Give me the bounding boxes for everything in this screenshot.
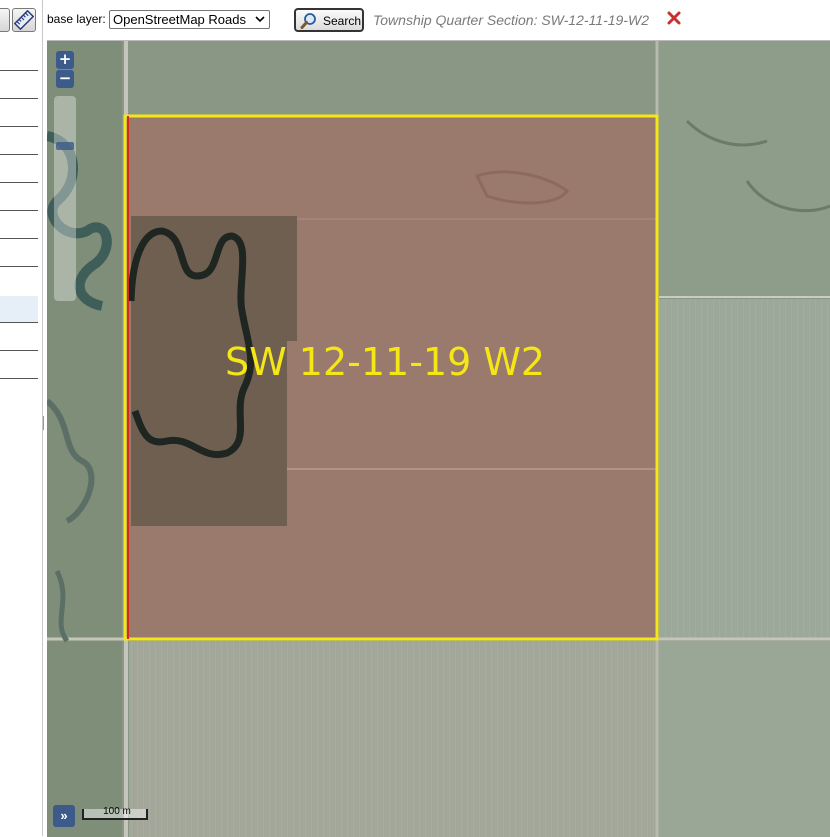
sidebar-list-item[interactable] [0, 378, 38, 379]
search-result-text: Township Quarter Section: SW-12-11-19-W2 [373, 12, 649, 28]
zoom-slider-handle[interactable] [56, 142, 74, 150]
scale-label: 100 m [103, 806, 131, 817]
magnifier-icon [300, 12, 318, 33]
search-button-label: Search [323, 14, 362, 28]
base-layer-value: OpenStreetMap Roads [113, 12, 246, 27]
sidebar-list-item[interactable] [0, 182, 38, 183]
sidebar-list-item[interactable] [0, 210, 38, 211]
expand-panel-button[interactable]: » [53, 805, 75, 827]
search-button[interactable]: Search [294, 8, 364, 32]
base-layer-select[interactable]: OpenStreetMap Roads [109, 10, 270, 29]
toolbar: base layer: OpenStreetMap Roads Search T… [44, 0, 830, 40]
base-layer-label: base layer: [47, 12, 106, 26]
map-view[interactable]: SW 12-11-19 W2 + − » 100 m [47, 40, 830, 837]
parcel-label: SW 12-11-19 W2 [225, 340, 546, 384]
ruler-icon [14, 10, 34, 30]
zoom-slider-track[interactable] [54, 96, 76, 301]
measure-button[interactable] [12, 8, 36, 32]
sidebar-list-item-selected[interactable] [0, 296, 38, 323]
sidebar-list-item[interactable] [0, 238, 38, 239]
sidebar-list-item[interactable] [0, 98, 38, 99]
zoom-out-button[interactable]: − [56, 70, 74, 88]
sidebar-button[interactable] [0, 8, 10, 32]
zoom-in-button[interactable]: + [56, 51, 74, 69]
chevron-down-icon [255, 11, 265, 28]
sidebar-list-item[interactable] [0, 70, 38, 71]
sidebar-list-item[interactable] [0, 266, 38, 267]
sidebar-list-item[interactable] [0, 154, 38, 155]
close-icon[interactable] [666, 10, 682, 26]
satellite-imagery [47, 41, 830, 837]
scale-bar: 100 m [82, 806, 148, 820]
sidebar-list-item[interactable] [0, 350, 38, 351]
sidebar-panel [0, 0, 43, 836]
sidebar-list-item[interactable] [0, 126, 38, 127]
